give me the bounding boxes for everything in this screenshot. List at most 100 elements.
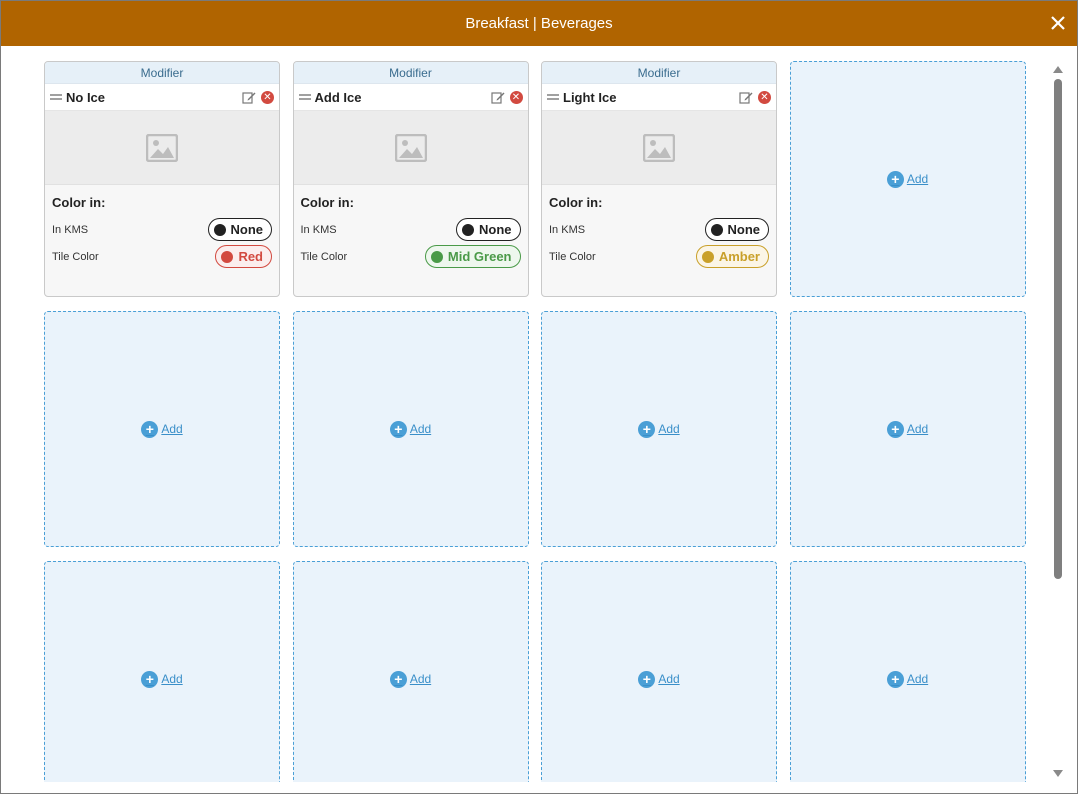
kms-color-pill[interactable]: None: [456, 218, 521, 241]
add-tile-button[interactable]: + Add: [638, 420, 680, 438]
tile-name: Light Ice: [563, 89, 617, 105]
empty-tile[interactable]: + Add: [789, 561, 1026, 782]
tile-color-row: Tile Color Amber: [549, 243, 769, 270]
kms-label: In KMS: [549, 223, 586, 236]
tile-body: Color in: In KMS None Tile Color Mid Gre…: [294, 185, 528, 270]
empty-tile[interactable]: + Add: [44, 311, 280, 547]
add-label: Add: [906, 422, 929, 436]
empty-tile[interactable]: + Add: [44, 561, 280, 782]
color-heading: Color in:: [52, 195, 106, 210]
plus-circle-icon: +: [141, 420, 159, 438]
kms-color-value: None: [230, 222, 264, 237]
tile-header: Light Ice ✕: [542, 84, 776, 111]
plus-circle-icon: +: [389, 670, 407, 688]
color-heading: Color in:: [549, 195, 603, 210]
image-icon: [394, 133, 427, 162]
kms-color-row: In KMS None: [301, 216, 521, 243]
tile-type-label: Modifier: [542, 62, 776, 84]
drag-handle-icon[interactable]: [50, 94, 62, 100]
add-tile-button[interactable]: + Add: [886, 420, 929, 438]
remove-icon[interactable]: ✕: [509, 90, 523, 104]
tile-color-value: Mid Green: [447, 249, 512, 264]
color-dot-icon: [701, 250, 714, 263]
close-icon[interactable]: [1047, 12, 1069, 34]
tile-color-pill[interactable]: Amber: [695, 245, 769, 268]
scroll-down-arrow-icon[interactable]: [1053, 770, 1063, 777]
plus-circle-icon: +: [141, 670, 159, 688]
modifier-tile-no-ice[interactable]: Modifier No Ice ✕ Color in: In KMS None …: [44, 61, 280, 297]
add-tile-button[interactable]: + Add: [886, 170, 929, 188]
plus-circle-icon: +: [886, 420, 904, 438]
add-tile-button[interactable]: + Add: [141, 420, 183, 438]
drag-handle-icon[interactable]: [298, 94, 311, 100]
kms-color-row: In KMS None: [549, 216, 769, 243]
tile-color-pill[interactable]: Mid Green: [424, 245, 521, 268]
add-label: Add: [906, 172, 929, 186]
add-label: Add: [161, 422, 183, 436]
tile-image-placeholder[interactable]: [45, 111, 279, 185]
remove-icon[interactable]: ✕: [261, 90, 274, 104]
tile-color-label: Tile Color: [52, 250, 99, 263]
color-heading: Color in:: [300, 195, 354, 210]
tile-color-label: Tile Color: [300, 250, 348, 263]
add-label: Add: [161, 672, 183, 686]
plus-circle-icon: +: [389, 420, 407, 438]
image-icon: [146, 133, 178, 162]
add-tile-button[interactable]: + Add: [389, 420, 432, 438]
tile-color-value: Amber: [718, 249, 760, 264]
color-dot-icon: [710, 223, 723, 236]
tile-color-row: Tile Color Mid Green: [301, 243, 521, 270]
color-dot-icon: [430, 250, 443, 263]
add-label: Add: [409, 422, 432, 436]
kms-label: In KMS: [300, 223, 337, 236]
modifier-tile-light-ice[interactable]: Modifier Light Ice ✕ Color in: In KMS No…: [541, 61, 777, 297]
add-tile-button[interactable]: + Add: [141, 670, 183, 688]
tile-color-pill[interactable]: Red: [215, 245, 272, 268]
tile-header: Add Ice ✕: [293, 84, 528, 111]
empty-tile[interactable]: + Add: [789, 61, 1026, 297]
tile-image-placeholder[interactable]: [293, 111, 528, 185]
kms-color-pill[interactable]: None: [207, 218, 272, 241]
scroll-up-arrow-icon[interactable]: [1053, 66, 1063, 73]
empty-tile[interactable]: + Add: [292, 311, 529, 547]
add-label: Add: [658, 422, 680, 436]
tile-color-value: Red: [238, 249, 263, 264]
tile-body: Color in: In KMS None Tile Color Red: [45, 185, 279, 270]
plus-circle-icon: +: [886, 670, 904, 688]
vertical-scrollbar[interactable]: [1052, 63, 1064, 781]
kms-color-value: None: [479, 222, 512, 237]
add-tile-button[interactable]: + Add: [389, 670, 432, 688]
scroll-thumb[interactable]: [1054, 79, 1062, 579]
modifier-tile-add-ice[interactable]: Modifier Add Ice ✕ Color in: In KMS None…: [292, 61, 529, 297]
add-tile-button[interactable]: + Add: [886, 670, 929, 688]
tile-name: No Ice: [66, 89, 106, 105]
image-icon: [643, 133, 675, 162]
add-label: Add: [906, 672, 929, 686]
tile-header: No Ice ✕: [45, 84, 279, 111]
plus-circle-icon: +: [638, 670, 656, 688]
empty-tile[interactable]: + Add: [789, 311, 1026, 547]
tile-color-row: Tile Color Red: [52, 243, 272, 270]
tile-type-label: Modifier: [45, 62, 279, 84]
empty-tile[interactable]: + Add: [541, 561, 777, 782]
remove-icon[interactable]: ✕: [758, 90, 771, 104]
kms-color-value: None: [727, 222, 761, 237]
plus-circle-icon: +: [886, 170, 904, 188]
plus-circle-icon: +: [638, 420, 656, 438]
empty-tile[interactable]: + Add: [541, 311, 777, 547]
tile-color-label: Tile Color: [549, 250, 596, 263]
kms-label: In KMS: [52, 223, 89, 236]
empty-tile[interactable]: + Add: [292, 561, 529, 782]
edit-icon[interactable]: [739, 90, 753, 104]
tile-image-placeholder[interactable]: [542, 111, 776, 185]
color-dot-icon: [462, 223, 474, 236]
add-label: Add: [658, 672, 680, 686]
add-label: Add: [409, 672, 432, 686]
color-dot-icon: [221, 250, 234, 263]
tile-body: Color in: In KMS None Tile Color Amber: [542, 185, 776, 270]
edit-icon[interactable]: [490, 90, 505, 104]
kms-color-pill[interactable]: None: [704, 218, 769, 241]
drag-handle-icon[interactable]: [547, 94, 559, 100]
add-tile-button[interactable]: + Add: [638, 670, 680, 688]
edit-icon[interactable]: [242, 90, 256, 104]
